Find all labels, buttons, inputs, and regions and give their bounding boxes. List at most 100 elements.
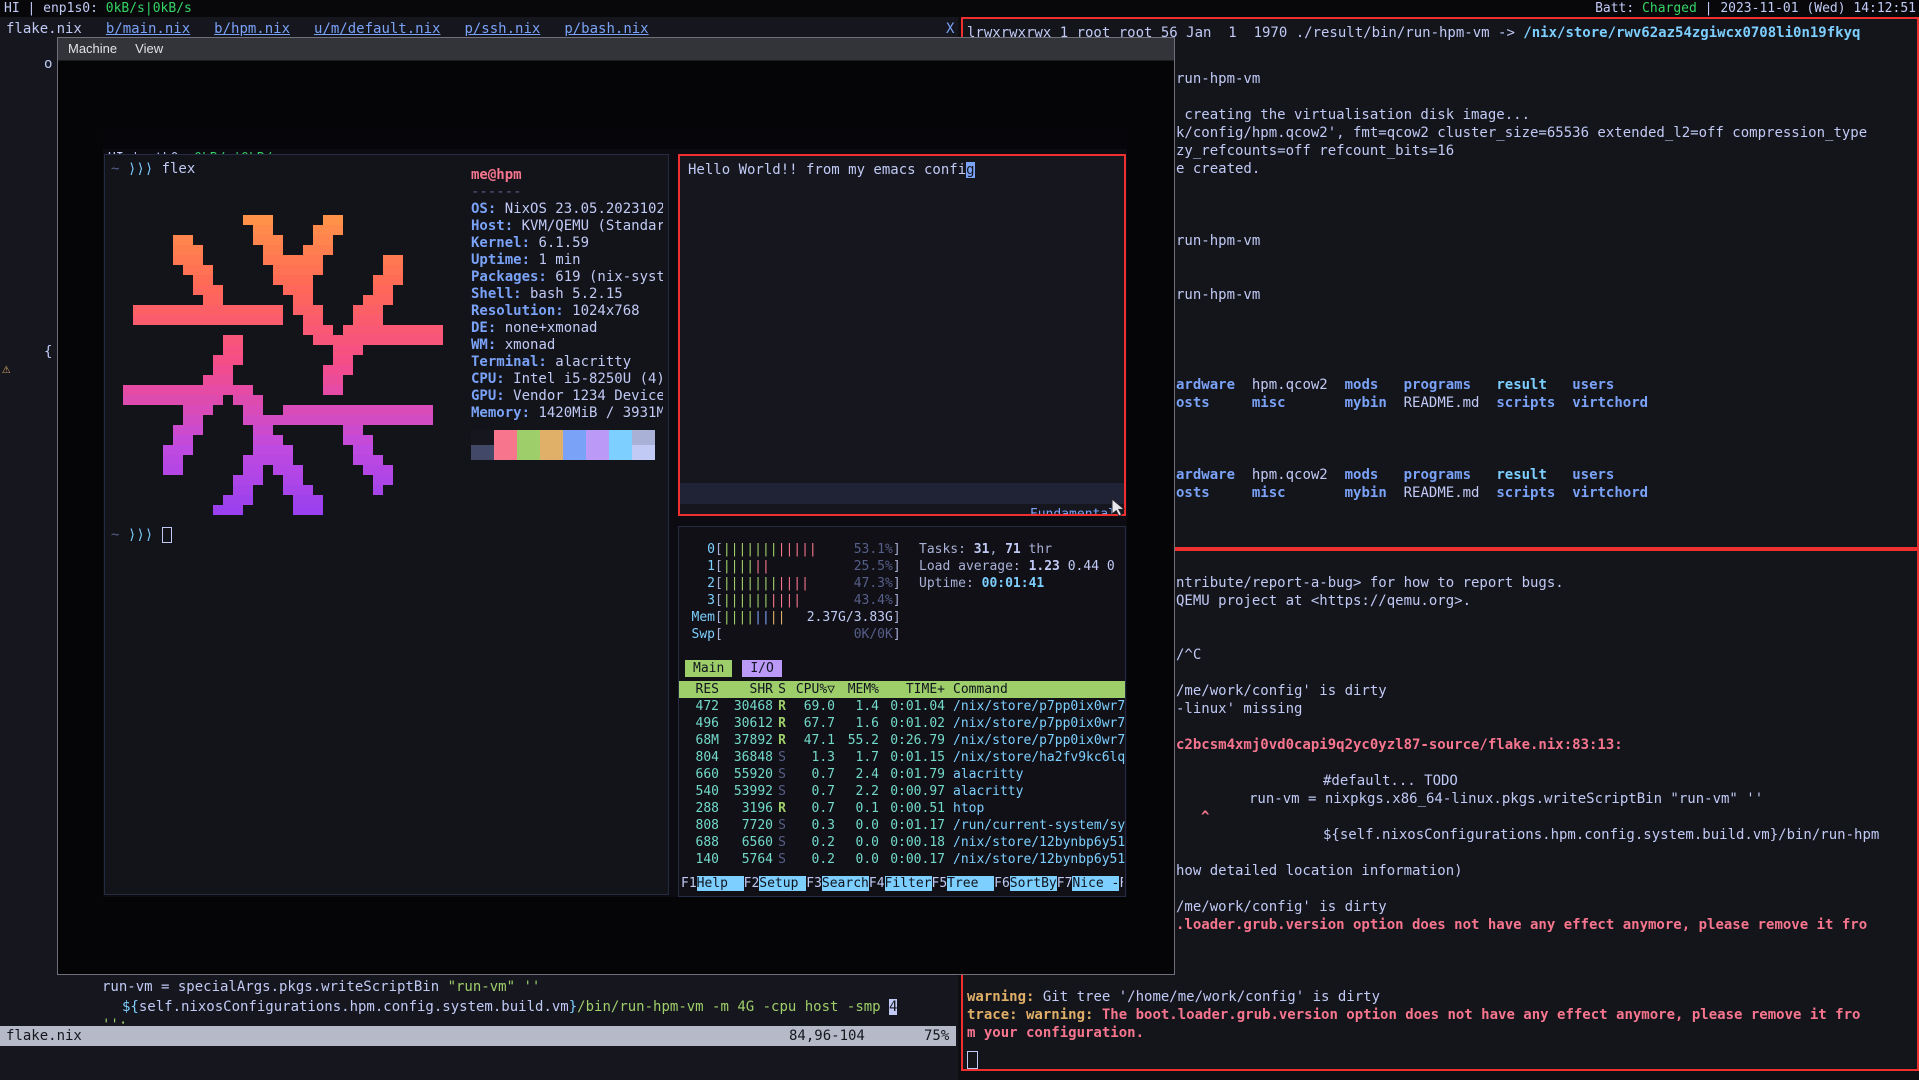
host-battery-clock: Batt: Charged | 2023-11-01 (Wed) 14:12:5… [1595, 0, 1916, 17]
terminal-line: zy_refcounts=off refcount_bits=16 [1176, 143, 1454, 160]
terminal-line: .loader.grub.version option does not hav… [1176, 917, 1867, 934]
vim-statusline-filename: flake.nix [6, 1026, 82, 1046]
htop-fkey-F4[interactable]: F4 [869, 876, 885, 891]
vm-status-bar: HI | eth0: 0kB/s|0kB/s Batt: Charged | 2… [103, 129, 1127, 149]
htop-fkey-label-F4[interactable]: Filter [885, 876, 932, 891]
terminal-line: m your configuration. [967, 1025, 1144, 1042]
emacs-major-mode: Fundamental [1030, 504, 1116, 516]
htop-fkey-F7[interactable]: F7 [1057, 876, 1073, 891]
htop-stat-line: Tasks: 31, 71 thr [919, 541, 1119, 558]
htop-function-key-bar: F1Help F2Setup F3SearchF4FilterF5Tree F6… [681, 875, 1123, 893]
terminal-line: warning: Git tree '/home/me/work/config'… [967, 989, 1380, 1006]
htop-column-2[interactable]: S [773, 681, 791, 698]
shell-prompt: ~ ⟩⟩⟩ [111, 527, 172, 544]
htop-meter-Swp: Swp[0K/0K] [685, 626, 901, 643]
htop-process-row: 68M37892R47.155.20:26.79/nix/store/p7pp0… [679, 732, 1125, 749]
htop-stat-line: Uptime: 00:01:41 [919, 575, 1119, 592]
terminal-line: run-vm = nixpkgs.x86_64-linux.pkgs.write… [1249, 791, 1763, 808]
htop-meter-3: 3[||||||||||43.4%] [685, 592, 901, 609]
terminal-line: ^ [1201, 809, 1209, 826]
terminal-color-palette [471, 445, 663, 460]
htop-screen-tabs: Main I/O [685, 660, 792, 677]
neofetch-entry: CPU: Intel i5-8250U (4) [471, 371, 663, 388]
htop-process-row: 2883196R0.70.10:00.51htop [679, 800, 1125, 817]
htop-tab-main[interactable]: Main [685, 660, 732, 677]
host-status-bar: HI | enp1s0: 0kB/s|0kB/s Batt: Charged |… [0, 0, 1919, 17]
htop-process-row: 54053992S0.72.20:00.97alacritty [679, 783, 1125, 800]
vm-terminal-window[interactable]: ~ ⟩⟩⟩ flex me@hpm------OS: NixOS 23.05.2… [104, 154, 669, 895]
htop-process-row: 49630612R67.71.60:01.02/nix/store/p7pp0i… [679, 715, 1125, 732]
terminal-line: how detailed location information) [1176, 863, 1463, 880]
htop-column-6[interactable]: Command [945, 681, 1008, 698]
htop-window[interactable]: 0[||||||||||||53.1%]1[||||||25.5%]2[||||… [678, 526, 1126, 897]
htop-cpu-memory-meters: 0[||||||||||||53.1%]1[||||||25.5%]2[||||… [685, 541, 901, 643]
terminal-line: run-hpm-vm [1176, 287, 1260, 304]
terminal-line: osts misc mybin README.md scripts virtch… [1176, 395, 1648, 412]
htop-column-0[interactable]: RES [679, 681, 719, 698]
emacs-text: Hello World!! from my emacs confi [688, 162, 966, 178]
neofetch-entry: Kernel: 6.1.59 [471, 235, 663, 252]
htop-process-row: 47230468R69.01.40:01.04/nix/store/p7pp0i… [679, 698, 1125, 715]
vim-statusline: flake.nix 84,96-104 75% [0, 1026, 956, 1046]
terminal-line: run-vm = specialArgs.pkgs.writeScriptBin… [102, 979, 540, 996]
htop-column-header[interactable]: RESSHRSCPU%▽MEM%TIME+Command [679, 681, 1125, 698]
htop-process-list: 47230468R69.01.40:01.04/nix/store/p7pp0i… [679, 698, 1125, 868]
terminal-line: k/config/hpm.qcow2', fmt=qcow2 cluster_s… [1176, 125, 1867, 142]
terminal-color-palette [471, 430, 663, 445]
qemu-menu-view[interactable]: View [135, 38, 163, 60]
htop-meter-0: 0[||||||||||||53.1%] [685, 541, 901, 558]
desktop: HI | enp1s0: 0kB/s|0kB/s Batt: Charged |… [0, 0, 1919, 1080]
vim-statusline-scroll-percent: 75% [924, 1026, 949, 1046]
terminal-line: ${self.nixosConfigurations.hpm.config.sy… [122, 999, 897, 1016]
htop-fkey-label-F5[interactable]: Tree [947, 876, 994, 891]
terminal-line: /me/work/config' is dirty [1176, 683, 1387, 700]
qemu-menubar: Machine View [58, 38, 1174, 61]
terminal-line: ardware hpm.qcow2 mods programs result u… [1176, 467, 1614, 484]
htop-fkey-F5[interactable]: F5 [932, 876, 948, 891]
host-network-status: HI | enp1s0: 0kB/s|0kB/s [4, 0, 192, 17]
emacs-window[interactable]: Hello World!! from my emacs config Funda… [678, 154, 1126, 516]
neofetch-entry: DE: none+xmonad [471, 320, 663, 337]
htop-fkey-F3[interactable]: F3 [806, 876, 822, 891]
terminal-line: ${self.nixosConfigurations.hpm.config.sy… [1323, 827, 1879, 844]
htop-fkey-F1[interactable]: F1 [681, 876, 697, 891]
htop-fkey-label-F2[interactable]: Setup [759, 876, 806, 891]
terminal-line: osts misc mybin README.md scripts virtch… [1176, 485, 1648, 502]
vim-statusline-cursor-position: 84,96-104 [789, 1026, 865, 1046]
neofetch-entry: Resolution: 1024x768 [471, 303, 663, 320]
htop-fkey-F8[interactable]: F8 [1119, 876, 1123, 891]
neofetch-entry: Host: KVM/QEMU (Standard [471, 218, 663, 235]
neofetch-entry: GPU: Vendor 1234 Device [471, 388, 663, 405]
htop-process-row: 6886560S0.20.00:00.18/nix/store/12bynbp6… [679, 834, 1125, 851]
terminal-line: c2bcsm4xmj0vd0capi9q2yc0yzl87-source/fla… [1176, 737, 1623, 754]
shell-prompt-flex: ~ ⟩⟩⟩ flex [111, 161, 195, 178]
htop-tab-io[interactable]: I/O [742, 660, 781, 677]
htop-fkey-F2[interactable]: F2 [744, 876, 760, 891]
htop-fkey-label-F6[interactable]: SortBy [1010, 876, 1057, 891]
neofetch-entry: Terminal: alacritty [471, 354, 663, 371]
neofetch-title: me@hpm [471, 167, 663, 184]
htop-stat-line: Load average: 1.23 0.44 0 [919, 558, 1119, 575]
htop-column-3[interactable]: CPU%▽ [791, 681, 835, 698]
terminal-line: e created. [1176, 161, 1260, 178]
htop-column-4[interactable]: MEM% [835, 681, 879, 698]
htop-process-row: 66055920S0.72.40:01.79alacritty [679, 766, 1125, 783]
htop-fkey-label-F1[interactable]: Help [697, 876, 744, 891]
terminal-line: /me/work/config' is dirty [1176, 899, 1387, 916]
htop-column-5[interactable]: TIME+ [879, 681, 945, 698]
htop-fkey-label-F3[interactable]: Search [822, 876, 869, 891]
terminal-line: QEMU project at <https://qemu.org>. [1176, 593, 1471, 610]
terminal-line: creating the virtualisation disk image..… [1176, 107, 1530, 124]
htop-column-1[interactable]: SHR [719, 681, 773, 698]
terminal-line: run-hpm-vm [1176, 233, 1260, 250]
qemu-window[interactable]: Machine View HI | eth0: 0kB/s|0kB/s Batt:… [57, 37, 1175, 975]
neofetch-entry: Uptime: 1 min [471, 252, 663, 269]
vm-display[interactable]: HI | eth0: 0kB/s|0kB/s Batt: Charged | 2… [103, 129, 1127, 897]
qemu-menu-machine[interactable]: Machine [68, 38, 117, 60]
neofetch-entry: Packages: 619 (nix-syste [471, 269, 663, 286]
htop-fkey-F6[interactable]: F6 [994, 876, 1010, 891]
htop-fkey-label-F7[interactable]: Nice - [1072, 876, 1119, 891]
terminal-cursor [967, 1051, 978, 1069]
emacs-modeline: Fundamental ● 34 *scratch* 1:33 All [680, 483, 1124, 504]
htop-meter-1: 1[||||||25.5%] [685, 558, 901, 575]
